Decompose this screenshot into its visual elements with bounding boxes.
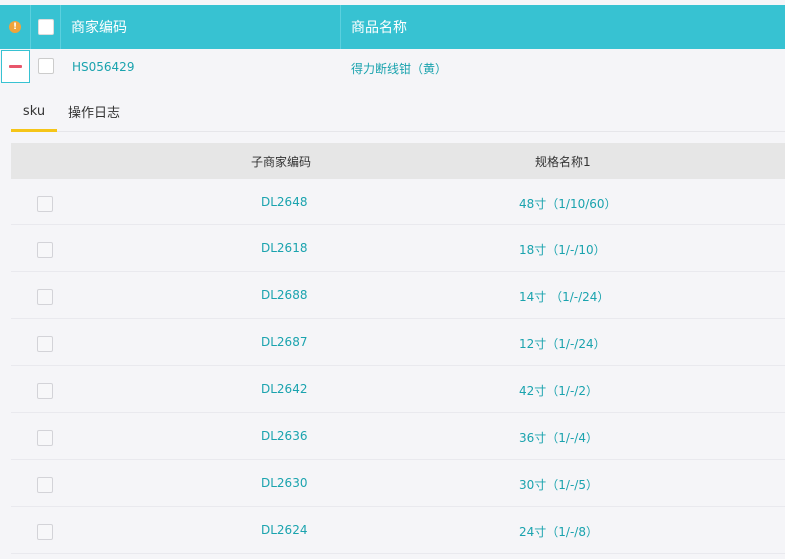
row-checkbox[interactable] bbox=[37, 524, 53, 540]
tab-operation-log[interactable]: 操作日志 bbox=[57, 96, 131, 132]
row-checkbox[interactable] bbox=[37, 196, 53, 212]
sku-code[interactable]: DL2630 bbox=[261, 476, 307, 490]
sku-spec: 18寸（1/-/10） bbox=[519, 243, 606, 257]
sku-code[interactable]: DL2642 bbox=[261, 382, 307, 396]
sku-spec: 14寸 （1/-/24） bbox=[519, 290, 610, 304]
tab-sku[interactable]: sku bbox=[11, 96, 57, 132]
row-checkbox[interactable] bbox=[37, 289, 53, 305]
detail-tabs: sku 操作日志 bbox=[11, 96, 785, 132]
sku-code[interactable]: DL2687 bbox=[261, 335, 307, 349]
row-checkbox[interactable] bbox=[37, 383, 53, 399]
sku-spec: 24寸（1/-/8） bbox=[519, 525, 598, 539]
product-code-link[interactable]: HS056429 bbox=[72, 60, 134, 74]
table-row: DL2642 42寸（1/-/2） bbox=[11, 366, 785, 413]
collapse-button[interactable] bbox=[1, 50, 30, 83]
sku-spec: 42寸（1/-/2） bbox=[519, 384, 598, 398]
table-row: DL2688 14寸 （1/-/24） bbox=[11, 272, 785, 319]
spec-name-header: 规格名称1 bbox=[535, 155, 591, 169]
row-checkbox[interactable] bbox=[37, 430, 53, 446]
table-row: DL2624 24寸（1/-/8） bbox=[11, 507, 785, 554]
sku-code[interactable]: DL2636 bbox=[261, 429, 307, 443]
row-checkbox[interactable] bbox=[37, 477, 53, 493]
table-row: DL2687 12寸（1/-/24） bbox=[11, 319, 785, 366]
sku-table: 子商家编码 规格名称1 DL2648 48寸（1/10/60） DL2618 1… bbox=[11, 143, 785, 554]
sku-spec: 36寸（1/-/4） bbox=[519, 431, 598, 445]
sub-merchant-code-header: 子商家编码 bbox=[251, 155, 312, 169]
select-all-checkbox[interactable] bbox=[37, 19, 54, 35]
warning-icon: ! bbox=[9, 21, 21, 33]
table-row: DL2618 18寸（1/-/10） bbox=[11, 225, 785, 272]
sku-code[interactable]: DL2618 bbox=[261, 241, 307, 255]
product-row-checkbox[interactable] bbox=[38, 58, 54, 74]
select-all-cell bbox=[31, 5, 61, 49]
main-table-header: ! 商家编码 商品名称 bbox=[0, 5, 785, 49]
sku-code[interactable]: DL2688 bbox=[261, 288, 307, 302]
table-row: DL2636 36寸（1/-/4） bbox=[11, 413, 785, 460]
sku-table-header: 子商家编码 规格名称1 bbox=[11, 143, 785, 179]
merchant-code-header: 商家编码 bbox=[61, 5, 341, 49]
row-checkbox[interactable] bbox=[37, 242, 53, 258]
warning-column-header: ! bbox=[0, 5, 31, 49]
table-row: DL2648 48寸（1/10/60） bbox=[11, 179, 785, 225]
product-name-link[interactable]: 得力断线钳（黄） bbox=[351, 60, 447, 77]
sku-spec: 30寸（1/-/5） bbox=[519, 478, 598, 492]
sku-spec: 48寸（1/10/60） bbox=[519, 197, 617, 211]
product-row: HS056429 得力断线钳（黄） bbox=[0, 49, 785, 87]
sku-code[interactable]: DL2648 bbox=[261, 195, 307, 209]
table-row: DL2630 30寸（1/-/5） bbox=[11, 460, 785, 507]
minus-icon bbox=[9, 65, 22, 68]
sku-code[interactable]: DL2624 bbox=[261, 523, 307, 537]
row-checkbox[interactable] bbox=[37, 336, 53, 352]
page: ! 商家编码 商品名称 HS056429 得力断线钳（黄） sku 操作日志 子… bbox=[0, 0, 785, 559]
sku-spec: 12寸（1/-/24） bbox=[519, 337, 606, 351]
product-name-header: 商品名称 bbox=[351, 20, 407, 36]
